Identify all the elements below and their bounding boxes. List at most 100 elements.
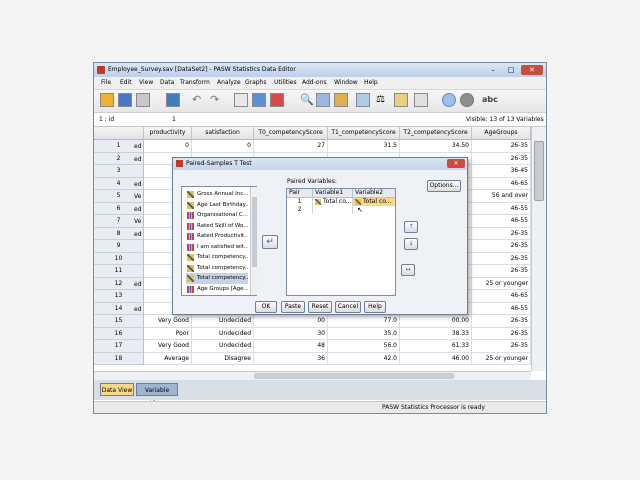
row-number[interactable]: 18 bbox=[94, 352, 144, 365]
dialog-close-button[interactable]: ✕ bbox=[447, 159, 465, 168]
variables-icon[interactable] bbox=[270, 93, 284, 107]
data-cell[interactable]: Average bbox=[144, 352, 192, 365]
options-button[interactable]: Options... bbox=[427, 180, 461, 192]
open-icon[interactable] bbox=[100, 93, 114, 107]
menu-graphs[interactable]: Graphs bbox=[245, 79, 267, 86]
corner-header[interactable] bbox=[94, 127, 144, 140]
column-header-t2[interactable]: T2_competencyScore bbox=[400, 127, 472, 140]
undo-icon[interactable]: ↶ bbox=[192, 93, 206, 107]
cell-value-input[interactable]: 1 bbox=[172, 116, 176, 123]
data-cell[interactable]: 56 and over bbox=[472, 190, 531, 203]
data-cell[interactable]: 26-35 bbox=[472, 265, 531, 278]
move-pair-down-icon[interactable]: ↓ bbox=[404, 238, 418, 250]
data-cell[interactable]: 0 bbox=[144, 140, 192, 153]
data-cell[interactable]: Very Good bbox=[144, 315, 192, 328]
row-number[interactable]: 15 bbox=[94, 315, 144, 328]
weight-cases-icon[interactable]: ⚖ bbox=[376, 93, 390, 107]
data-cell[interactable]: 00 bbox=[254, 315, 328, 328]
data-cell[interactable]: 35.0 bbox=[328, 327, 400, 340]
data-cell[interactable]: 26-35 bbox=[472, 327, 531, 340]
use-sets-icon[interactable] bbox=[442, 93, 456, 107]
data-cell[interactable]: 46-55 bbox=[472, 215, 531, 228]
menu-view[interactable]: View bbox=[139, 79, 153, 86]
data-cell[interactable]: 25 or younger bbox=[472, 277, 531, 290]
insert-variable-icon[interactable] bbox=[334, 93, 348, 107]
reset-button[interactable]: Reset bbox=[308, 301, 332, 313]
variable-source-list[interactable]: Gross Annual Inc... Age Last Birthday... O… bbox=[181, 186, 258, 296]
tab-variable-view[interactable]: Variable View bbox=[136, 383, 178, 407]
column-header-t1[interactable]: T1_competencyScore bbox=[328, 127, 400, 140]
data-cell[interactable]: 46-65 bbox=[472, 177, 531, 190]
maximize-button[interactable]: □ bbox=[502, 65, 520, 75]
column-header-t0[interactable]: T0_competencyScore bbox=[254, 127, 328, 140]
dialog-recall-icon[interactable] bbox=[166, 93, 180, 107]
variable-list-scrollbar[interactable] bbox=[250, 187, 258, 295]
goto-case-icon[interactable] bbox=[234, 93, 248, 107]
paste-button[interactable]: Paste bbox=[281, 301, 305, 313]
data-cell[interactable]: 26-35 bbox=[472, 140, 531, 153]
data-cell[interactable]: 34.50 bbox=[400, 140, 472, 153]
data-cell[interactable]: 0 bbox=[192, 140, 254, 153]
data-cell[interactable]: 77.0 bbox=[328, 315, 400, 328]
column-header-satisfaction[interactable]: satisfaction bbox=[192, 127, 254, 140]
left-partial-cell[interactable]: Ve bbox=[134, 193, 141, 200]
tab-data-view[interactable]: Data View bbox=[100, 383, 134, 396]
left-partial-cell[interactable]: ed bbox=[134, 281, 142, 288]
save-icon[interactable] bbox=[118, 93, 132, 107]
menu-help[interactable]: Help bbox=[364, 79, 378, 86]
close-button[interactable]: ✕ bbox=[521, 65, 543, 75]
data-cell[interactable]: 61.33 bbox=[400, 340, 472, 353]
left-partial-cell[interactable]: ed bbox=[134, 206, 142, 213]
variable-list-item[interactable]: Rated Skill of Wo... bbox=[186, 221, 248, 232]
data-cell[interactable]: 46-65 bbox=[472, 290, 531, 303]
data-cell[interactable]: Poor bbox=[144, 327, 192, 340]
row-number[interactable]: 11 bbox=[94, 265, 144, 278]
minimize-button[interactable]: – bbox=[484, 65, 502, 75]
data-cell[interactable]: 42.0 bbox=[328, 352, 400, 365]
row-number[interactable]: 13 bbox=[94, 290, 144, 303]
variable-list-item[interactable]: Rated Productivit... bbox=[186, 231, 248, 242]
goto-variable-icon[interactable] bbox=[252, 93, 266, 107]
data-cell[interactable]: 26-35 bbox=[472, 315, 531, 328]
data-cell[interactable]: Disagree bbox=[192, 352, 254, 365]
row-number[interactable]: 10 bbox=[94, 252, 144, 265]
menu-analyze[interactable]: Analyze bbox=[217, 79, 241, 86]
cancel-button[interactable]: Cancel bbox=[335, 301, 361, 313]
variable-list-item[interactable]: Gross Annual Inc... bbox=[186, 189, 248, 200]
select-cases-icon[interactable] bbox=[394, 93, 408, 107]
value-labels-icon[interactable] bbox=[414, 93, 428, 107]
column-header-productivity[interactable]: productivity bbox=[144, 127, 192, 140]
data-cell[interactable]: Undecided bbox=[192, 315, 254, 328]
variable-list-item[interactable]: I am satisfied wit... bbox=[186, 242, 248, 253]
swap-variables-icon[interactable]: ↔ bbox=[401, 264, 415, 276]
row-number[interactable]: 3 bbox=[94, 165, 144, 178]
move-to-pairs-arrow-icon[interactable]: ↵ bbox=[262, 235, 278, 249]
menu-data[interactable]: Data bbox=[160, 79, 174, 86]
variable-list-item[interactable]: Total competency... bbox=[186, 252, 248, 263]
data-cell[interactable]: 36-45 bbox=[472, 165, 531, 178]
column-header-agegroups[interactable]: AgeGroups bbox=[472, 127, 531, 140]
ok-button[interactable]: OK bbox=[255, 301, 277, 313]
help-button[interactable]: Help bbox=[364, 301, 386, 313]
horizontal-scroll-thumb[interactable] bbox=[254, 373, 454, 379]
left-partial-cell[interactable]: ed bbox=[134, 181, 142, 188]
data-cell[interactable]: 46-55 bbox=[472, 202, 531, 215]
variable-list-item[interactable]: Age Last Birthday... bbox=[186, 200, 248, 211]
data-cell[interactable]: 38.33 bbox=[400, 327, 472, 340]
data-cell[interactable]: 31.5 bbox=[328, 140, 400, 153]
horizontal-scrollbar[interactable] bbox=[94, 371, 531, 380]
pair-1-variable2[interactable]: Total co... bbox=[353, 198, 395, 206]
print-icon[interactable] bbox=[136, 93, 150, 107]
pair-2-variable1[interactable] bbox=[313, 206, 353, 214]
data-cell[interactable]: Undecided bbox=[192, 340, 254, 353]
data-cell[interactable]: 26-35 bbox=[472, 340, 531, 353]
data-cell[interactable]: 00.00 bbox=[400, 315, 472, 328]
data-cell[interactable]: 48 bbox=[254, 340, 328, 353]
data-cell[interactable]: 26-35 bbox=[472, 227, 531, 240]
pair-1-variable1[interactable]: Total co... bbox=[313, 198, 353, 206]
vertical-scroll-thumb[interactable] bbox=[534, 141, 544, 201]
left-partial-cell[interactable]: ed bbox=[134, 156, 142, 163]
data-cell[interactable]: 27 bbox=[254, 140, 328, 153]
data-cell[interactable]: Very Good bbox=[144, 340, 192, 353]
show-all-icon[interactable] bbox=[460, 93, 474, 107]
